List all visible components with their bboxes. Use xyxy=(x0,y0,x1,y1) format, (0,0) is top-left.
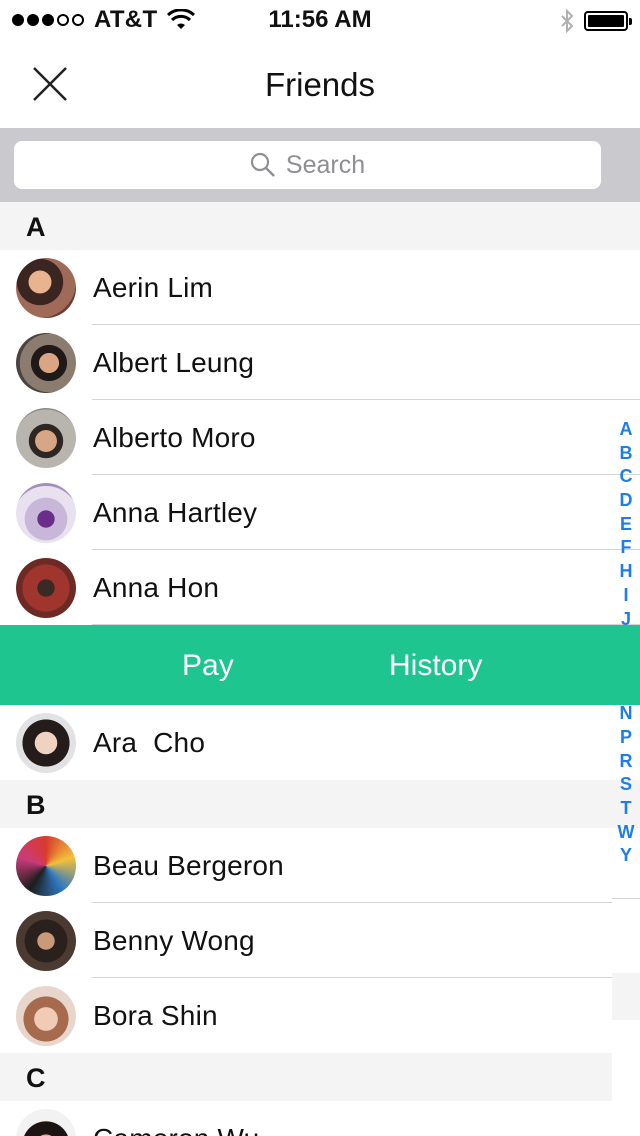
page-title: Friends xyxy=(264,66,376,103)
index-letter-h[interactable]: H xyxy=(620,560,633,584)
friend-row[interactable]: Cameron Wu xyxy=(0,1101,640,1136)
friend-name: Alberto Moro xyxy=(93,422,256,453)
friend-name: Anna Hartley xyxy=(93,497,258,528)
avatar xyxy=(16,258,76,318)
friend-row[interactable]: Aerin Lim xyxy=(0,250,640,325)
index-letter-t[interactable]: T xyxy=(621,797,632,821)
index-letter-b[interactable]: B xyxy=(620,442,633,466)
index-letter-c[interactable]: C xyxy=(620,465,633,489)
friend-name: Aerin Lim xyxy=(93,272,214,303)
status-bar: AT&T 11:56 AM xyxy=(0,0,640,40)
index-letter-r[interactable]: R xyxy=(620,750,633,774)
friend-name: Albert Leung xyxy=(93,347,255,378)
status-right xyxy=(560,8,632,34)
avatar xyxy=(16,408,76,468)
search-placeholder: Search xyxy=(285,150,366,179)
battery-icon xyxy=(584,11,632,31)
friend-row[interactable]: Anna Hon xyxy=(0,550,640,625)
avatar xyxy=(16,333,76,393)
avatar xyxy=(16,911,76,971)
friend-name: Bora Shin xyxy=(93,1000,218,1031)
section-header-c: C xyxy=(0,1053,612,1101)
friend-name: Anna Hon xyxy=(93,572,220,603)
index-letter-i[interactable]: I xyxy=(623,584,628,608)
index-letter-p[interactable]: P xyxy=(620,726,632,750)
index-letter-e[interactable]: E xyxy=(620,513,632,537)
friend-name: Cameron Wu xyxy=(93,1101,259,1136)
avatar xyxy=(16,483,76,543)
avatar xyxy=(16,836,76,896)
avatar xyxy=(16,1109,76,1136)
friend-name: Beau Bergeron xyxy=(93,850,284,881)
friend-row[interactable]: Ara Cho xyxy=(0,705,640,780)
index-letter-y[interactable]: Y xyxy=(620,844,632,868)
friend-row[interactable]: Benny Wong xyxy=(0,903,640,978)
index-letter-a[interactable]: A xyxy=(620,418,633,442)
index-background xyxy=(612,898,640,1136)
search-bar: Search xyxy=(0,128,640,202)
index-letter-w[interactable]: W xyxy=(618,821,635,845)
search-input[interactable]: Search xyxy=(14,141,601,189)
action-bar: Pay History xyxy=(0,625,640,705)
section-header-a: A xyxy=(0,202,640,250)
friend-row[interactable]: Anna Hartley xyxy=(0,475,640,550)
bluetooth-icon xyxy=(561,9,574,33)
friend-row[interactable]: Alberto Moro xyxy=(0,400,640,475)
status-time: 11:56 AM xyxy=(268,6,372,33)
search-icon xyxy=(250,152,275,177)
friend-row[interactable]: Albert Leung xyxy=(0,325,640,400)
battery-fill xyxy=(588,15,624,27)
friend-row[interactable]: Bora Shin xyxy=(0,978,640,1053)
section-header-b: B xyxy=(0,780,640,828)
avatar xyxy=(16,986,76,1046)
index-letter-f[interactable]: F xyxy=(621,536,632,560)
index-letter-n[interactable]: N xyxy=(620,702,633,726)
history-button[interactable]: History xyxy=(389,625,482,705)
avatar xyxy=(16,558,76,618)
avatar xyxy=(16,713,76,773)
index-letter-d[interactable]: D xyxy=(620,489,633,513)
pay-button[interactable]: Pay xyxy=(182,625,234,705)
friend-name: Ara Cho xyxy=(93,727,206,758)
friend-row[interactable]: Beau Bergeron xyxy=(0,828,640,903)
index-letter-s[interactable]: S xyxy=(620,773,632,797)
friend-name: Benny Wong xyxy=(93,925,255,956)
nav-bar: Friends xyxy=(0,40,640,128)
